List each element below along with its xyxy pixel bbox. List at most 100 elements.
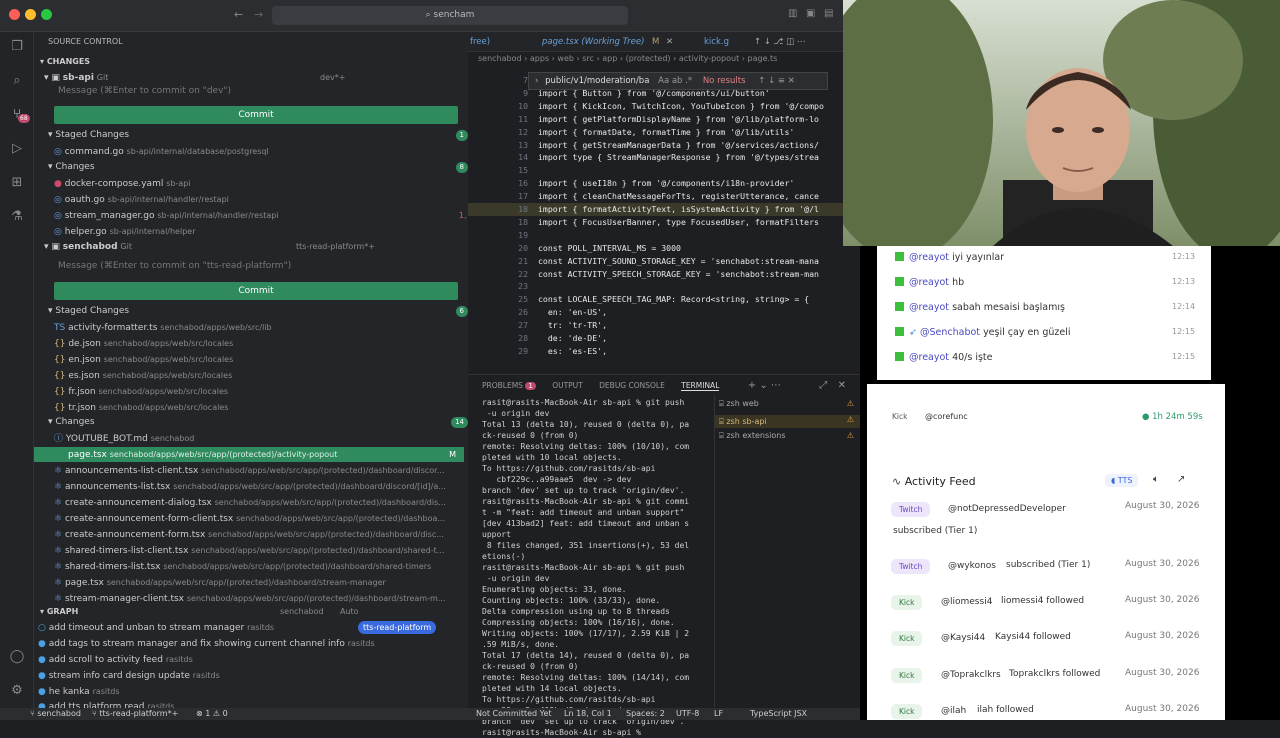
code-line[interactable]: 17 import { cleanChatMessageForTts, regis… (468, 190, 843, 203)
status-repo[interactable]: ⑂ senchabod (30, 708, 81, 720)
repo-header-senchabod[interactable]: ▾ ▣ senchabod Git tts-read-platform*+ (44, 239, 474, 254)
code-line[interactable]: 21 const ACTIVITY_SOUND_STORAGE_KEY = 'se… (468, 255, 843, 268)
code-line[interactable]: 14 import type { StreamManagerResponse } … (468, 151, 843, 164)
list-item[interactable]: TS activity-formatter.ts senchabod/apps/… (54, 320, 484, 335)
code-line[interactable]: 19 (468, 229, 843, 242)
changes-section-header[interactable]: ▾ CHANGES (40, 54, 470, 69)
list-item[interactable]: ◎ stream_manager.go sb-api/internal/hand… (54, 208, 484, 223)
list-item[interactable]: ◎ command.go sb-api/internal/database/po… (54, 144, 484, 159)
maximize-panel-icon[interactable]: ⤢ (819, 380, 827, 391)
tab-page-working-tree[interactable]: page.tsx (Working Tree) (542, 32, 644, 51)
terminal-item[interactable]: ⌸ zsh extensions (719, 431, 786, 441)
list-item[interactable]: ◎ helper.go sb-api/internal/helperM (54, 224, 484, 239)
graph-commit[interactable]: ● he kanka rasitds (38, 684, 468, 699)
commit-button[interactable]: Commit (54, 106, 458, 124)
testing-icon[interactable]: ⚗ (8, 208, 26, 226)
graph-commit[interactable]: ● add scroll to activity feed rasitds (38, 652, 468, 667)
close-panel-icon[interactable]: ✕ (838, 380, 846, 391)
tab-output[interactable]: OUTPUT (552, 381, 583, 390)
extensions-icon[interactable]: ⊞ (8, 174, 26, 192)
list-item[interactable]: ⚛ shared-timers-list-client.tsx senchabo… (54, 543, 484, 558)
terminal-item[interactable]: ⌸ zsh web (719, 399, 759, 409)
tab-kick[interactable]: kick.g (704, 32, 729, 51)
list-item[interactable]: {} en.json senchabod/apps/web/src/locale… (54, 352, 484, 367)
list-item[interactable]: ⚛ shared-timers-list.tsx senchabod/apps/… (54, 559, 484, 574)
status-errors[interactable]: ⊗ 1 ⚠ 0 (196, 708, 228, 720)
close-window-button[interactable] (9, 9, 20, 20)
popout-icon[interactable]: ↗ (1177, 474, 1185, 485)
tab-previous[interactable]: free) (470, 32, 490, 51)
source-control-icon[interactable]: ⑂ 68 (8, 106, 30, 124)
list-item[interactable]: ⚛ create-announcement-form-client.tsx se… (54, 511, 484, 526)
list-item[interactable]: ⚛ create-announcement-form.tsx senchabod… (54, 527, 484, 542)
explorer-icon[interactable]: ❐ (8, 38, 26, 56)
layout-icon[interactable]: ▥ (788, 8, 797, 19)
code-line[interactable]: 15 (468, 164, 843, 177)
sound-icon[interactable]: 🔈︎ (1153, 474, 1159, 485)
find-close-icon[interactable]: ↑ ↓ ≡ ✕ (758, 76, 795, 86)
layout-customize-icon[interactable]: ▤ (824, 8, 833, 19)
status-language[interactable]: TypeScript JSX (750, 708, 807, 720)
code-line[interactable]: 22 const ACTIVITY_SPEECH_STORAGE_KEY = 's… (468, 268, 843, 281)
minimize-window-button[interactable] (25, 9, 36, 20)
tts-toggle[interactable]: ◖ TTS (1105, 474, 1139, 487)
status-cursor[interactable]: Ln 18, Col 1 (564, 708, 612, 720)
code-line[interactable]: 20 const POLL_INTERVAL_MS = 3000 (468, 242, 843, 255)
back-arrow-icon[interactable]: ← (234, 8, 243, 21)
code-line[interactable]: 11 import { getPlatformDisplayName } from… (468, 113, 843, 126)
staged-changes-header[interactable]: ▾ Staged Changes 1 (48, 128, 478, 143)
graph-commit[interactable]: ○ add timeout and unban to stream manage… (38, 620, 468, 635)
settings-gear-icon[interactable]: ⚙ (8, 682, 26, 700)
list-item-selected[interactable]: page.tsx senchabod/apps/web/src/app/(pro… (34, 447, 464, 462)
code-editor[interactable]: free) page.tsx (Working Tree) M ✕ kick.g… (468, 32, 843, 374)
run-debug-icon[interactable]: ▷ (8, 140, 26, 158)
status-blame[interactable]: Not Committed Yet (476, 708, 552, 720)
list-item[interactable]: {} tr.json senchabod/apps/web/src/locale… (54, 400, 484, 415)
list-item[interactable]: ● docker-compose.yaml sb-apiM (54, 176, 484, 191)
code-line[interactable]: 28 de: 'de-DE', (468, 332, 843, 345)
code-line[interactable]: 18 import { FocusUserBanner, type Focused… (468, 216, 843, 229)
code-line[interactable]: 16 import { useI18n } from '@/components/… (468, 177, 843, 190)
find-input[interactable]: public/v1/moderation/ba (545, 76, 649, 86)
new-terminal-icon[interactable]: + ⌄ ⋯ (748, 380, 781, 391)
code-line[interactable]: 10 import { KickIcon, TwitchIcon, YouTube… (468, 100, 843, 113)
commit-button[interactable]: Commit (54, 282, 458, 300)
maximize-window-button[interactable] (41, 9, 52, 20)
list-item[interactable]: ⚛ announcements-list.tsx senchabod/apps/… (54, 479, 484, 494)
close-tab-icon[interactable]: ✕ (666, 32, 673, 51)
status-eol[interactable]: LF (714, 708, 723, 720)
terminal-output[interactable]: rasit@rasits-MacBook-Air sb-api % git pu… (482, 397, 712, 738)
list-item[interactable]: ⓘ YOUTUBE_BOT.md senchabodM (54, 431, 484, 446)
changes-header[interactable]: ▾ Changes 14 (48, 415, 478, 430)
commit-message-input[interactable]: Message (⌘Enter to commit on "tts-read-p… (58, 259, 458, 274)
forward-arrow-icon[interactable]: → (254, 8, 263, 21)
list-item[interactable]: ⚛ announcements-list-client.tsx senchabo… (54, 463, 484, 478)
code-line[interactable]: 29 es: 'es-ES', (468, 345, 843, 358)
code-line[interactable]: 26 en: 'en-US', (468, 306, 843, 319)
status-branch[interactable]: ⑂ tts-read-platform*+ (92, 708, 178, 720)
tab-debug-console[interactable]: DEBUG CONSOLE (599, 381, 665, 390)
panel-toggle-icon[interactable]: ▣ (806, 8, 815, 19)
graph-commit[interactable]: ● add tags to stream manager and fix sho… (38, 636, 468, 651)
changes-header[interactable]: ▾ Changes 8 (48, 160, 478, 175)
terminal-item-active[interactable]: ⌸ zsh sb-api (715, 415, 861, 428)
code-line[interactable]: 13 import { getStreamManagerData } from '… (468, 139, 843, 152)
list-item[interactable]: {} de.json senchabod/apps/web/src/locale… (54, 336, 484, 351)
tab-terminal[interactable]: TERMINAL (681, 381, 720, 391)
status-encoding[interactable]: UTF-8 (676, 708, 699, 720)
editor-actions-icon[interactable]: ↑ ↓ ⎇ ◫ ⋯ (754, 32, 805, 51)
graph-section-header[interactable]: ▾ GRAPH senchabod Auto (40, 604, 470, 619)
list-item[interactable]: {} fr.json senchabod/apps/web/src/locale… (54, 384, 484, 399)
command-search-input[interactable]: ⌕ sencham (272, 6, 628, 25)
list-item[interactable]: ⚛ create-announcement-dialog.tsx senchab… (54, 495, 484, 510)
account-icon[interactable]: ◯ (8, 648, 26, 666)
graph-commit[interactable]: ● stream info card design update rasitds (38, 668, 468, 683)
code-line[interactable]: 18 import { formatActivityText, isSystemA… (468, 203, 843, 216)
status-indent[interactable]: Spaces: 2 (626, 708, 665, 720)
list-item[interactable]: ⚛ page.tsx senchabod/apps/web/src/app/(p… (54, 575, 484, 590)
tab-problems[interactable]: PROBLEMS (482, 381, 523, 390)
staged-changes-header[interactable]: ▾ Staged Changes 6 (48, 304, 478, 319)
commit-message-input[interactable]: Message (⌘Enter to commit on "dev") (58, 84, 458, 99)
code-line[interactable]: 25 const LOCALE_SPEECH_TAG_MAP: Record<st… (468, 293, 843, 306)
code-line[interactable]: 12 import { formatDate, formatTime } from… (468, 126, 843, 139)
